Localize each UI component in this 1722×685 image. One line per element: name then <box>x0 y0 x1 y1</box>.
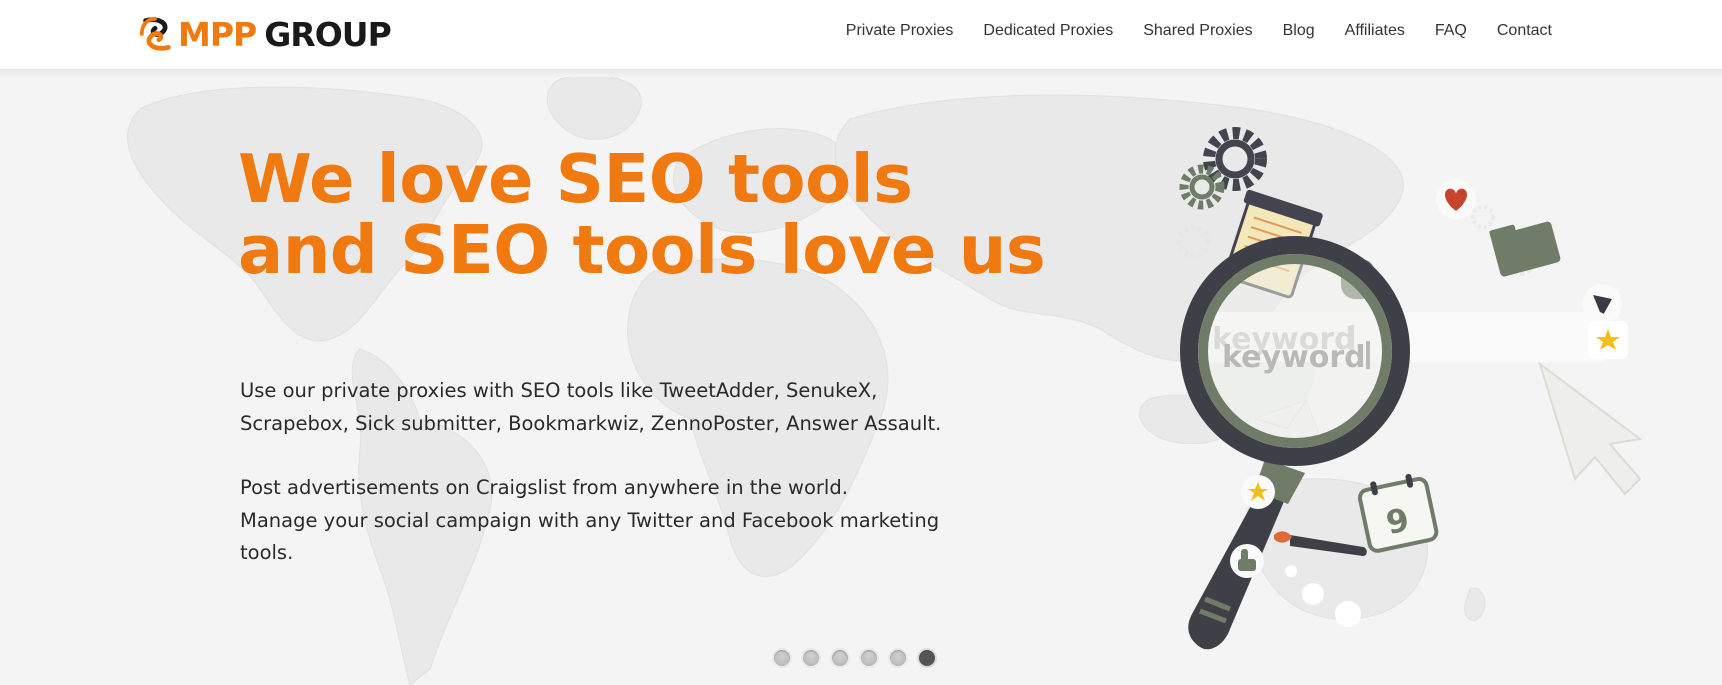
slider-dot-3[interactable] <box>830 648 850 668</box>
logo-text-group: GROUP <box>264 14 392 54</box>
folder-icon <box>1489 221 1561 277</box>
slider-dot-2[interactable] <box>801 648 821 668</box>
mpp-swirl-logo-icon <box>139 16 171 51</box>
paragraph-2-line-2: Manage your social campaign with any Twi… <box>240 508 940 532</box>
headline-line-1: We love SEO tools <box>238 140 913 218</box>
slider-dot-1[interactable] <box>772 648 792 668</box>
nav-blog[interactable]: Blog <box>1283 22 1315 40</box>
brand-logo[interactable]: MPP GROUP <box>138 14 392 54</box>
header-shadow <box>0 69 1722 77</box>
slider-dot-5[interactable] <box>888 648 908 668</box>
hero-headline: We love SEO tools and SEO tools love us <box>238 144 1058 286</box>
nav-faq[interactable]: FAQ <box>1435 22 1467 40</box>
logo-text-mpp: MPP <box>178 14 257 54</box>
magnifying-glass-icon: keyword <box>1180 236 1410 650</box>
paragraph-1-line-1: Use our private proxies with SEO tools l… <box>240 379 878 402</box>
lens-keyword-text: keyword <box>1222 340 1366 375</box>
cursor-arrow-icon <box>1538 361 1643 496</box>
nav-dedicated-proxies[interactable]: Dedicated Proxies <box>983 22 1113 40</box>
main-navigation: Private Proxies Dedicated Proxies Shared… <box>816 22 1552 40</box>
hero-description: Use our private proxies with SEO tools l… <box>240 375 960 570</box>
paragraph-2-line-1: Post advertisements on Craigslist from a… <box>240 476 848 499</box>
paragraph-2-line-3: tools. <box>240 541 294 564</box>
headline-line-2: and SEO tools love us <box>238 211 1046 289</box>
slider-dot-4[interactable] <box>859 648 879 668</box>
site-header: MPP GROUP Private Proxies Dedicated Proxi… <box>0 0 1722 69</box>
heart-icon <box>1436 179 1476 219</box>
star-icon-small <box>1241 475 1275 509</box>
nav-affiliates[interactable]: Affiliates <box>1345 22 1405 40</box>
nav-contact[interactable]: Contact <box>1497 22 1552 40</box>
star-icon <box>1588 321 1628 359</box>
nav-shared-proxies[interactable]: Shared Proxies <box>1143 22 1252 40</box>
paintbrush-icon <box>1274 531 1367 556</box>
calendar-icon: 9 <box>1357 473 1439 553</box>
hero-slider: We love SEO tools and SEO tools love us … <box>0 69 1722 685</box>
slider-dot-6-active[interactable] <box>917 648 937 668</box>
seo-illustration: keyword keyword <box>1177 127 1643 650</box>
nav-private-proxies[interactable]: Private Proxies <box>846 22 954 40</box>
slider-pagination <box>772 648 946 668</box>
paragraph-1-line-2: Scrapebox, Sick submitter, Bookmarkwiz, … <box>240 411 942 435</box>
thumbs-up-icon <box>1230 544 1264 578</box>
